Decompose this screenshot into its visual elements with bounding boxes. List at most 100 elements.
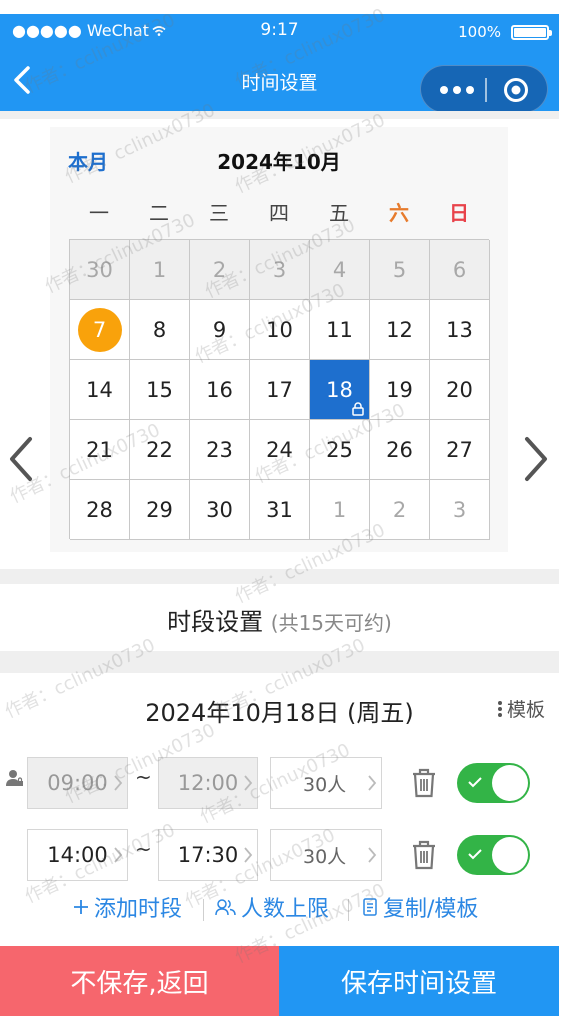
- calendar-day[interactable]: 10: [250, 300, 310, 360]
- users-icon: [215, 899, 236, 916]
- calendar-day[interactable]: 8: [130, 300, 190, 360]
- calendar-panel: 本月 2024年10月 一 二 三 四 五 六 日 30 1 2 3 4 5 6 7 8 9 10 1…: [50, 127, 508, 552]
- end-time-picker[interactable]: 17:30: [158, 829, 258, 881]
- weekday-wed: 三: [209, 201, 229, 225]
- capacity-picker[interactable]: 30人: [270, 829, 382, 881]
- capacity-limit-button[interactable]: 人数上限: [215, 891, 329, 923]
- capacity-value: 30人: [303, 845, 347, 868]
- toggle-knob: [492, 837, 528, 873]
- calendar-day[interactable]: 27: [430, 420, 490, 480]
- day-number: 20: [446, 377, 473, 402]
- calendar-day[interactable]: 4: [310, 240, 370, 300]
- day-number: 21: [86, 437, 113, 462]
- day-number: 25: [326, 437, 353, 462]
- chevron-right-icon: [368, 847, 377, 863]
- divider-strip: [0, 569, 559, 584]
- prev-month-chevron-icon[interactable]: [6, 435, 36, 483]
- calendar-day[interactable]: 6: [430, 240, 490, 300]
- calendar-day[interactable]: 14: [70, 360, 130, 420]
- day-number: 22: [146, 437, 173, 462]
- chevron-right-icon: [368, 775, 377, 791]
- calendar-day[interactable]: 20: [430, 360, 490, 420]
- calendar-day[interactable]: 16: [190, 360, 250, 420]
- day-number: 7: [77, 307, 122, 352]
- range-separator: ~: [135, 837, 152, 861]
- day-number: 16: [206, 377, 233, 402]
- mini-program-capsule: [420, 65, 548, 113]
- user-lock-icon: [6, 770, 23, 786]
- day-number: 26: [386, 437, 413, 462]
- add-slot-button[interactable]: 添加时段: [72, 891, 182, 923]
- calendar-day[interactable]: 19: [370, 360, 430, 420]
- start-time-picker[interactable]: 14:00: [27, 829, 128, 881]
- copy-template-button[interactable]: 复制/模板: [361, 891, 478, 923]
- calendar-day[interactable]: 22: [130, 420, 190, 480]
- calendar-day[interactable]: 11: [310, 300, 370, 360]
- calendar-day[interactable]: 30: [70, 240, 130, 300]
- calendar-day[interactable]: 1: [310, 480, 370, 540]
- calendar-day[interactable]: 17: [250, 360, 310, 420]
- weekday-header: 一 二 三 四 五 六 日: [69, 197, 489, 226]
- calendar-day[interactable]: 31: [250, 480, 310, 540]
- next-month-chevron-icon[interactable]: [521, 435, 551, 483]
- start-time-picker[interactable]: 09:00: [27, 757, 128, 809]
- slot-enable-toggle[interactable]: [457, 835, 530, 875]
- end-time-value: 17:30: [177, 843, 239, 867]
- calendar-day-today[interactable]: 7: [70, 300, 130, 360]
- weekday-thu: 四: [269, 201, 289, 225]
- calendar-day[interactable]: 5: [370, 240, 430, 300]
- end-time-picker[interactable]: 12:00: [158, 757, 258, 809]
- day-number: 14: [86, 377, 113, 402]
- top-bar: ●●●●● WeChat 9:17 100% 时间设置: [0, 14, 559, 113]
- calendar-day[interactable]: 29: [130, 480, 190, 540]
- kebab-icon: [497, 701, 502, 717]
- day-number: 15: [146, 377, 173, 402]
- day-number: 28: [86, 497, 113, 522]
- template-menu-button[interactable]: 模板: [497, 695, 545, 722]
- day-number: 5: [392, 257, 407, 282]
- calendar-day[interactable]: 2: [370, 480, 430, 540]
- time-slot-row: 14:00 ~ 17:30 30人: [0, 829, 559, 881]
- calendar-day[interactable]: 3: [430, 480, 490, 540]
- calendar-day[interactable]: 12: [370, 300, 430, 360]
- cancel-return-button[interactable]: 不保存,返回: [0, 946, 279, 1016]
- slot-actions: 添加时段 人数上限 复制/模板: [0, 889, 559, 929]
- end-time-value: 12:00: [177, 771, 239, 795]
- calendar-day[interactable]: 21: [70, 420, 130, 480]
- trash-icon[interactable]: [410, 767, 438, 799]
- calendar-day[interactable]: 2: [190, 240, 250, 300]
- day-number: 1: [152, 257, 167, 282]
- calendar-day[interactable]: 30: [190, 480, 250, 540]
- trash-icon[interactable]: [410, 839, 438, 871]
- calendar-day[interactable]: 9: [190, 300, 250, 360]
- start-time-value: 14:00: [47, 843, 108, 867]
- document-copy-icon: [363, 898, 377, 916]
- calendar-day[interactable]: 24: [250, 420, 310, 480]
- capacity-picker[interactable]: 30人: [270, 757, 382, 809]
- target-circle-icon[interactable]: [503, 77, 529, 103]
- slot-enable-toggle[interactable]: [457, 763, 530, 803]
- save-time-settings-button[interactable]: 保存时间设置: [279, 946, 559, 1016]
- day-number: 18: [326, 377, 353, 402]
- lock-icon: [352, 402, 364, 416]
- calendar-day-selected[interactable]: 18: [310, 360, 370, 420]
- calendar-day[interactable]: 15: [130, 360, 190, 420]
- day-number: 9: [212, 317, 227, 342]
- divider-strip: [0, 651, 559, 673]
- day-number: 27: [446, 437, 473, 462]
- calendar-day[interactable]: 28: [70, 480, 130, 540]
- more-dots-icon[interactable]: [435, 78, 479, 102]
- calendar-day[interactable]: 1: [130, 240, 190, 300]
- day-number: 13: [446, 317, 473, 342]
- calendar-day[interactable]: 25: [310, 420, 370, 480]
- time-slot-row: 09:00 ~ 12:00 30人: [0, 757, 559, 809]
- calendar-day[interactable]: 3: [250, 240, 310, 300]
- day-number: 10: [266, 317, 293, 342]
- copy-template-label: 复制/模板: [383, 897, 479, 922]
- calendar-day[interactable]: 23: [190, 420, 250, 480]
- weekday-fri: 五: [329, 201, 349, 225]
- calendar-day[interactable]: 13: [430, 300, 490, 360]
- day-number: 1: [332, 497, 347, 522]
- calendar-day[interactable]: 26: [370, 420, 430, 480]
- toggle-knob: [492, 765, 528, 801]
